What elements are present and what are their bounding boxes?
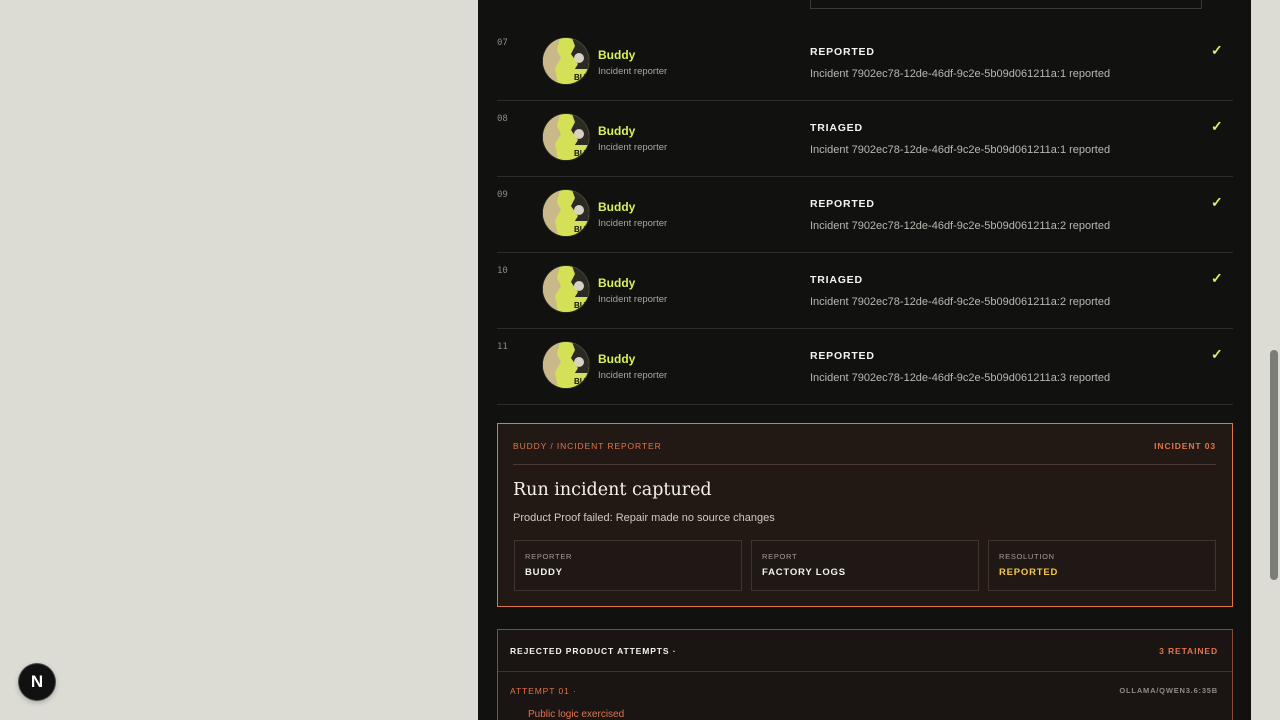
- attempt-label[interactable]: ATTEMPT 01 ·: [510, 686, 577, 696]
- event-status: TRIAGED: [810, 274, 863, 286]
- timeline-row: 07 BU Buddy Incident reporter REPORTED I…: [497, 24, 1233, 101]
- stat-resolution: RESOLUTION REPORTED: [988, 540, 1216, 591]
- event-status: REPORTED: [810, 198, 875, 210]
- svg-text:BU: BU: [574, 73, 586, 82]
- incident-eyebrow: BUDDY / INCIDENT REPORTER: [513, 441, 662, 451]
- check-icon: ✓: [1211, 118, 1223, 134]
- agent-name[interactable]: Buddy: [598, 352, 635, 366]
- buddy-avatar-icon[interactable]: BU: [543, 342, 589, 388]
- resolution-status-badge: REPORTED: [999, 567, 1059, 578]
- event-status: REPORTED: [810, 350, 875, 362]
- row-number: 09: [497, 190, 508, 200]
- stat-label: REPORT: [762, 552, 798, 561]
- agent-role: Incident reporter: [598, 218, 668, 229]
- check-icon: ✓: [1211, 270, 1223, 286]
- stat-label: REPORTER: [525, 552, 573, 561]
- incident-card: BUDDY / INCIDENT REPORTER INCIDENT 03 Ru…: [497, 423, 1233, 607]
- previous-content-box: [810, 0, 1202, 9]
- svg-text:BU: BU: [574, 149, 586, 158]
- timeline-row: 11 BU Buddy Incident reporter REPORTED I…: [497, 328, 1233, 405]
- buddy-avatar-icon[interactable]: BU: [543, 190, 589, 236]
- retained-count: 3 RETAINED: [1159, 646, 1218, 656]
- row-number: 10: [497, 266, 508, 276]
- agent-role: Incident reporter: [598, 370, 668, 381]
- svg-text:BU: BU: [574, 377, 586, 386]
- divider: [513, 464, 1216, 465]
- agent-name[interactable]: Buddy: [598, 48, 635, 62]
- event-detail: Incident 7902ec78-12de-46df-9c2e-5b09d06…: [810, 220, 1111, 232]
- stat-label: RESOLUTION: [999, 552, 1055, 561]
- agent-role: Incident reporter: [598, 142, 668, 153]
- event-status: REPORTED: [810, 46, 875, 58]
- agent-name[interactable]: Buddy: [598, 124, 635, 138]
- event-detail: Incident 7902ec78-12de-46df-9c2e-5b09d06…: [810, 372, 1111, 384]
- timeline-row: 10 BU Buddy Incident reporter TRIAGED In…: [497, 252, 1233, 329]
- event-status: TRIAGED: [810, 122, 863, 134]
- agent-name[interactable]: Buddy: [598, 276, 635, 290]
- buddy-avatar-icon[interactable]: BU: [543, 38, 589, 84]
- incident-tag: INCIDENT 03: [1154, 441, 1216, 451]
- svg-text:BU: BU: [574, 301, 586, 310]
- check-icon: ✓: [1211, 346, 1223, 362]
- buddy-avatar-icon[interactable]: BU: [543, 266, 589, 312]
- incident-description: Product Proof failed: Repair made no sou…: [513, 512, 775, 524]
- event-detail: Incident 7902ec78-12de-46df-9c2e-5b09d06…: [810, 296, 1111, 308]
- rejected-attempts-title[interactable]: REJECTED PRODUCT ATTEMPTS ·: [510, 646, 676, 656]
- stat-value: FACTORY LOGS: [762, 567, 846, 578]
- agent-role: Incident reporter: [598, 66, 668, 77]
- nextjs-logo-icon[interactable]: N: [19, 664, 55, 700]
- stat-value: BUDDY: [525, 567, 563, 578]
- buddy-avatar-icon[interactable]: BU: [543, 114, 589, 160]
- main-panel: 07 BU Buddy Incident reporter REPORTED I…: [478, 0, 1251, 720]
- event-detail: Incident 7902ec78-12de-46df-9c2e-5b09d06…: [810, 68, 1111, 80]
- timeline-row: 09 BU Buddy Incident reporter REPORTED I…: [497, 176, 1233, 253]
- agent-name[interactable]: Buddy: [598, 200, 635, 214]
- rejected-attempts-card: REJECTED PRODUCT ATTEMPTS · 3 RETAINED A…: [497, 629, 1233, 720]
- attempt-item: Public logic exercised: [528, 709, 625, 720]
- timeline-row: 08 BU Buddy Incident reporter TRIAGED In…: [497, 100, 1233, 177]
- incident-title: Run incident captured: [513, 480, 712, 500]
- stat-reporter: REPORTER BUDDY: [514, 540, 742, 591]
- check-icon: ✓: [1211, 194, 1223, 210]
- svg-text:BU: BU: [574, 225, 586, 234]
- row-number: 07: [497, 38, 508, 48]
- divider: [498, 671, 1232, 672]
- check-icon: ✓: [1211, 42, 1223, 58]
- stat-report: REPORT FACTORY LOGS: [751, 540, 979, 591]
- agent-role: Incident reporter: [598, 294, 668, 305]
- row-number: 08: [497, 114, 508, 124]
- scrollbar-thumb[interactable]: [1270, 350, 1278, 580]
- attempt-model: OLLAMA/QWEN3.6:35B: [1119, 686, 1218, 695]
- row-number: 11: [497, 342, 508, 352]
- event-detail: Incident 7902ec78-12de-46df-9c2e-5b09d06…: [810, 144, 1111, 156]
